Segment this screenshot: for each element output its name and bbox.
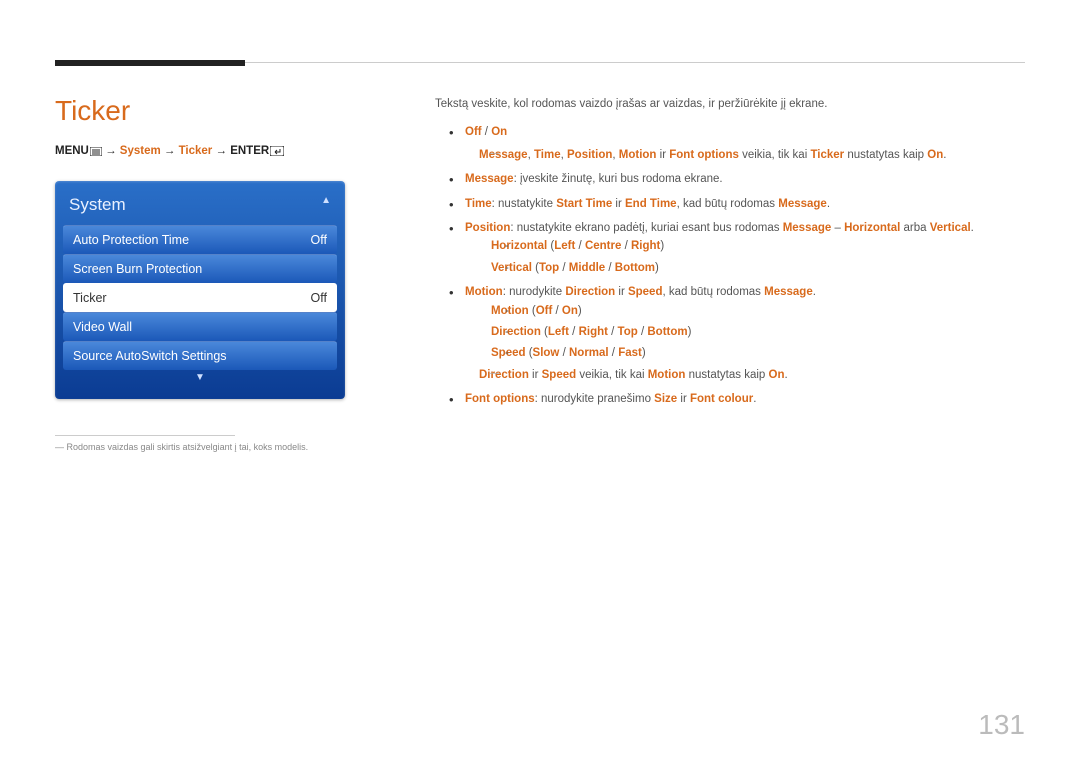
scroll-down-icon: ▼ xyxy=(63,372,337,383)
enter-icon xyxy=(270,146,284,159)
osd-row-label: Video Wall xyxy=(73,320,132,334)
osd-menu: System ▲ Auto Protection Time Off Screen B… xyxy=(55,181,345,399)
breadcrumb: MENU → System → Ticker → ENTER xyxy=(55,145,385,159)
osd-row-value: Off xyxy=(311,291,327,305)
left-column: Ticker MENU → System → Ticker → ENTER Sy… xyxy=(55,95,385,452)
footnote: Rodomas vaizdas gali skirtis atsižvelgia… xyxy=(55,442,385,452)
note-motion: Direction ir Speed veikia, tik kai Motio… xyxy=(465,366,1025,384)
sub-horizontal: Horizontal (Left / Centre / Right) xyxy=(465,237,1025,255)
bullet-message: Message: įveskite žinutę, kuri bus rodom… xyxy=(435,170,1025,188)
osd-row[interactable]: Screen Burn Protection xyxy=(63,254,337,283)
osd-title: System xyxy=(63,191,337,225)
osd-row-label: Source AutoSwitch Settings xyxy=(73,349,227,363)
bullet-motion: Motion: nurodykite Direction ir Speed, k… xyxy=(435,283,1025,384)
intro-text: Tekstą veskite, kol rodomas vaizdo įraša… xyxy=(435,95,1025,113)
sub-speed: Speed (Slow / Normal / Fast) xyxy=(465,344,1025,362)
osd-row[interactable]: Video Wall xyxy=(63,312,337,341)
osd-row-label: Screen Burn Protection xyxy=(73,262,202,276)
note-off-on: Message, Time, Position, Motion ir Font … xyxy=(465,146,1025,164)
sub-motion: Motion (Off / On) xyxy=(465,302,1025,320)
right-column: Tekstą veskite, kol rodomas vaizdo įraša… xyxy=(435,95,1025,452)
page-title: Ticker xyxy=(55,95,385,127)
page-number: 131 xyxy=(978,709,1025,741)
osd-row-value: Off xyxy=(311,233,327,247)
header-accent xyxy=(55,60,245,66)
sub-vertical: Vertical (Top / Middle / Bottom) xyxy=(465,259,1025,277)
footnote-divider xyxy=(55,435,235,436)
osd-row-label: Auto Protection Time xyxy=(73,233,189,247)
osd-row[interactable]: Auto Protection Time Off xyxy=(63,225,337,254)
bullet-off-on: Off / On Message, Time, Position, Motion… xyxy=(435,123,1025,164)
bullet-font-options: Font options: nurodykite pranešimo Size … xyxy=(435,390,1025,408)
bullet-position: Position: nustatykite ekrano padėtį, kur… xyxy=(435,219,1025,277)
osd-row[interactable]: Ticker Off xyxy=(63,283,337,312)
osd-row[interactable]: Source AutoSwitch Settings xyxy=(63,341,337,370)
sub-direction: Direction (Left / Right / Top / Bottom) xyxy=(465,323,1025,341)
scroll-up-icon: ▲ xyxy=(321,195,331,206)
osd-row-label: Ticker xyxy=(73,291,107,305)
menu-icon xyxy=(90,147,102,159)
bullet-time: Time: nustatykite Start Time ir End Time… xyxy=(435,195,1025,213)
